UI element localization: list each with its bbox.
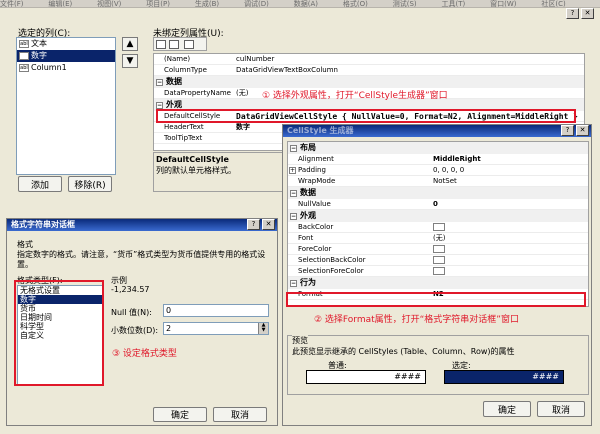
menu-item[interactable]: 工具(T): [442, 0, 466, 8]
list-item[interactable]: abl 数字: [17, 50, 115, 62]
cancel-button[interactable]: 取消: [537, 401, 585, 417]
help-button[interactable]: ?: [247, 219, 260, 230]
cellstyle-property-grid: − 布局 Alignment MiddleRight + Padding 0, 0, 0…: [287, 141, 589, 307]
property-row[interactable]: ColumnType DataGridViewTextBoxColumn: [154, 65, 584, 76]
highlight-box: [14, 280, 104, 386]
menu-item[interactable]: 数据(A): [294, 0, 318, 8]
spin-arrows-icon[interactable]: ▲ ▼: [258, 323, 268, 334]
property-row[interactable]: (Name) culNumber: [154, 54, 584, 65]
annotation-step2: ② 选择Format属性，打开“格式字符串对话框”窗口: [314, 315, 519, 325]
textbox-column-icon: abl: [19, 39, 29, 48]
color-swatch: [433, 256, 445, 264]
categorized-icon[interactable]: [156, 40, 166, 49]
color-swatch: [433, 267, 445, 275]
cellstyle-builder-window: CellStyle 生成器 ? ✕ − 布局 Alignment MiddleRig…: [282, 124, 592, 426]
menu-item[interactable]: 生成(B): [195, 0, 219, 8]
collapse-icon[interactable]: −: [290, 213, 297, 220]
selected-columns-list[interactable]: abl 文本 abl 数字 abl Column1: [16, 37, 116, 175]
format-group-label: 格式: [17, 240, 33, 249]
menu-item[interactable]: 社区(C): [541, 0, 565, 8]
close-icon[interactable]: ✕: [262, 219, 275, 230]
property-row[interactable]: Alignment MiddleRight: [288, 154, 588, 165]
expand-icon[interactable]: +: [289, 167, 296, 174]
color-swatch: [433, 245, 445, 253]
highlight-box: [286, 292, 586, 307]
annotation-step3: ③ 设定格式类型: [112, 349, 177, 359]
ok-button[interactable]: 确定: [153, 407, 207, 422]
collapse-icon[interactable]: −: [290, 280, 297, 287]
category-appearance[interactable]: − 外观: [288, 210, 588, 222]
menu-item[interactable]: 测试(S): [393, 0, 417, 8]
collapse-icon[interactable]: −: [290, 190, 297, 197]
ide-menubar: 文件(F) 编辑(E) 视图(V) 项目(P) 生成(B) 调试(D) 数据(A…: [0, 0, 600, 8]
menu-item[interactable]: 编辑(E): [48, 0, 72, 8]
collapse-icon[interactable]: −: [290, 145, 297, 152]
decimals-label: 小数位数(D):: [111, 326, 159, 335]
menu-item[interactable]: 窗口(W): [490, 0, 516, 8]
property-row[interactable]: SelectionForeColor: [288, 266, 588, 277]
alphabetical-icon[interactable]: [169, 40, 179, 49]
annotation-step1: ① 选择外观属性，打开“CellStyle生成器”窗口: [262, 91, 448, 101]
ok-button[interactable]: 确定: [483, 401, 531, 417]
format-description: 指定数字的格式。请注意，“货币”格式类型为货币值提供专用的格式设置。: [17, 250, 266, 269]
list-item[interactable]: abl 文本: [17, 38, 115, 50]
close-icon[interactable]: ✕: [576, 125, 589, 136]
help-button[interactable]: ?: [561, 125, 574, 136]
property-row[interactable]: WrapMode NotSet: [288, 176, 588, 187]
cancel-button[interactable]: 取消: [213, 407, 267, 422]
preview-normal: ####: [306, 370, 426, 384]
sample-value: -1,234.57: [111, 285, 150, 294]
preview-group: 预览 此预览显示继承的 CellStyles (Table、Column、Row…: [287, 335, 589, 395]
property-row[interactable]: ForeColor: [288, 244, 588, 255]
format-dialog-title-bar: 格式字符串对话框: [7, 219, 277, 231]
property-row[interactable]: + Padding 0, 0, 0, 0: [288, 165, 588, 176]
null-value-input[interactable]: 0: [163, 304, 269, 317]
move-up-button[interactable]: ▲: [122, 37, 138, 51]
category-data[interactable]: − 数据: [154, 76, 584, 88]
textbox-column-icon: abl: [19, 51, 29, 60]
menu-item[interactable]: 格式(O): [343, 0, 368, 8]
category-data[interactable]: − 数据: [288, 187, 588, 199]
move-down-button[interactable]: ▼: [122, 54, 138, 68]
add-column-button[interactable]: 添加: [18, 176, 62, 192]
cellstyle-title-bar: CellStyle 生成器: [283, 125, 591, 137]
menu-item[interactable]: 调试(D): [244, 0, 269, 8]
collapse-icon[interactable]: −: [156, 102, 163, 109]
property-toolbar: [153, 37, 207, 51]
color-swatch: [433, 223, 445, 231]
menu-item[interactable]: 视图(V): [97, 0, 121, 8]
preview-selected: ####: [444, 370, 564, 384]
collapse-icon[interactable]: −: [156, 79, 163, 86]
close-icon[interactable]: ✕: [581, 8, 594, 19]
category-layout[interactable]: − 布局: [288, 142, 588, 154]
property-row[interactable]: Font (无): [288, 233, 588, 244]
remove-column-button[interactable]: 移除(R): [68, 176, 112, 192]
property-row[interactable]: NullValue 0: [288, 199, 588, 210]
decimals-stepper[interactable]: 2 ▲ ▼: [163, 322, 269, 335]
category-behavior[interactable]: − 行为: [288, 277, 588, 289]
menu-item[interactable]: 项目(P): [146, 0, 170, 8]
property-row[interactable]: BackColor: [288, 222, 588, 233]
null-value-label: Null 值(N):: [111, 308, 152, 317]
property-row[interactable]: SelectionBackColor: [288, 255, 588, 266]
menu-item[interactable]: 文件(F): [0, 0, 24, 8]
textbox-column-icon: abl: [19, 63, 29, 72]
help-button[interactable]: ?: [566, 8, 579, 19]
list-item[interactable]: abl Column1: [17, 62, 115, 74]
highlight-box: [156, 109, 576, 123]
property-pages-icon[interactable]: [184, 40, 194, 49]
